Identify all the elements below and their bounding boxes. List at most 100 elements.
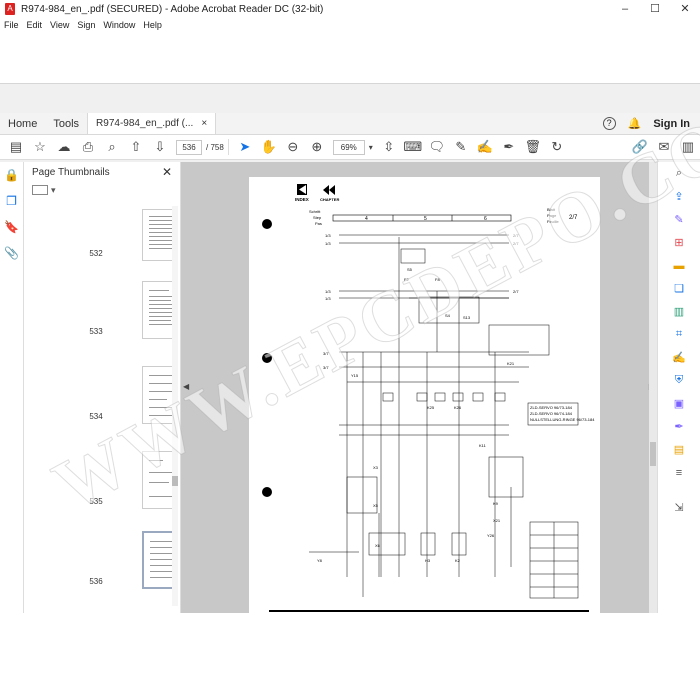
- close-window-button[interactable]: ✕: [670, 0, 700, 18]
- thumbnail-item[interactable]: 533: [74, 266, 172, 339]
- ref-label: 2/7: [513, 233, 519, 238]
- menu-help[interactable]: Help: [143, 20, 162, 30]
- thumbnail-options-button[interactable]: ▾: [32, 182, 180, 198]
- svg-text:F2: F2: [404, 277, 409, 282]
- page-thumbnails-icon[interactable]: ❐: [0, 188, 23, 214]
- upload-cloud-icon[interactable]: ☁: [52, 136, 76, 158]
- tab-home[interactable]: Home: [0, 113, 45, 134]
- request-signature-icon[interactable]: ✒: [658, 415, 700, 438]
- bell-icon[interactable]: 🔔: [628, 117, 642, 130]
- note-box: ZLD-SERVO 96/73-184 ZLD-SERVO 96/74-184 …: [527, 402, 595, 426]
- zoom-level-select[interactable]: 69%: [332, 139, 365, 155]
- svg-text:H3: H3: [425, 558, 431, 563]
- select-cursor-icon[interactable]: ➤: [233, 136, 257, 158]
- sheet-label: Page: [547, 213, 557, 218]
- page-number-input[interactable]: 536: [176, 139, 202, 155]
- svg-text:ZLD-SERVO 96/73-184: ZLD-SERVO 96/73-184: [530, 405, 573, 410]
- rotate-icon[interactable]: ↻: [545, 136, 569, 158]
- sign-in-button[interactable]: Sign In: [653, 118, 690, 130]
- maximize-button[interactable]: ☐: [640, 0, 670, 18]
- page-up-icon[interactable]: ⇧: [124, 136, 148, 158]
- svg-text:X5: X5: [373, 503, 379, 508]
- thumbnail-item[interactable]: 534: [74, 351, 172, 424]
- zoom-search-icon[interactable]: ⌕: [658, 162, 700, 185]
- app-body: Home Tools R974-984_en_.pdf (... × ? 🔔 S…: [0, 83, 700, 613]
- ref-label: 3/7: [323, 365, 329, 370]
- comment-tool-icon[interactable]: ▬: [658, 254, 700, 277]
- thumbnail-page-number: 535: [89, 497, 103, 506]
- lock-icon[interactable]: 🔒: [0, 162, 23, 188]
- hand-tool-icon[interactable]: ✋: [257, 136, 281, 158]
- svg-text:X21: X21: [493, 518, 501, 523]
- thumbnail-page: [142, 531, 172, 589]
- fit-page-icon[interactable]: ⇳: [377, 136, 401, 158]
- search-icon[interactable]: ⌕: [100, 136, 124, 158]
- right-tools-rail: ⌕ ⇪ ✎ ⊞ ▬ ❏ ▥ ⌗ ✍ ⛨ ▣ ✒ ▤ ≡ ⇲: [657, 162, 700, 613]
- tab-document-label: R974-984_en_.pdf (...: [96, 117, 194, 129]
- thumbnail-item[interactable]: 532: [74, 206, 172, 261]
- thumbnail-item[interactable]: 535: [74, 436, 172, 509]
- fill-sign-icon[interactable]: ✍: [658, 346, 700, 369]
- sign-icon[interactable]: ✒: [497, 136, 521, 158]
- attachments-icon[interactable]: 📎: [0, 240, 23, 266]
- expand-panel-icon[interactable]: ⇲: [658, 496, 700, 519]
- zoom-in-icon[interactable]: ⊕: [305, 136, 329, 158]
- chevron-down-icon[interactable]: ▾: [365, 136, 377, 158]
- thumbnail-scroll-thumb[interactable]: [172, 476, 178, 486]
- protect-icon[interactable]: ⛨: [658, 369, 700, 392]
- header-row-label: Step: [313, 215, 322, 220]
- thumbnail-panel: Page Thumbnails ✕ ▾ 532 533 534 535 536: [24, 162, 181, 613]
- edit-pdf-icon[interactable]: ✎: [658, 208, 700, 231]
- tab-tools[interactable]: Tools: [45, 113, 87, 134]
- toolbar-divider: [227, 139, 229, 155]
- wiring-diagram: INDEX CHAPTER Schritt Step Pas 4 5 6 Bla…: [262, 184, 595, 612]
- tab-document[interactable]: R974-984_en_.pdf (... ×: [87, 113, 217, 135]
- thumbnail-page-number: 532: [89, 249, 103, 258]
- svg-text:K26: K26: [454, 405, 462, 410]
- zoom-out-icon[interactable]: ⊖: [281, 136, 305, 158]
- email-icon[interactable]: ✉: [652, 136, 676, 158]
- help-icon[interactable]: ?: [602, 117, 616, 130]
- send-for-comments-icon[interactable]: ▤: [658, 438, 700, 461]
- menu-view[interactable]: View: [50, 20, 69, 30]
- svg-text:Y15: Y15: [351, 373, 359, 378]
- menu-sign[interactable]: Sign: [77, 20, 95, 30]
- svg-text:Y8: Y8: [317, 558, 323, 563]
- index-button[interactable]: INDEX: [295, 184, 309, 202]
- link-icon[interactable]: 🔗: [628, 136, 652, 158]
- create-pdf-icon[interactable]: ▤: [4, 136, 28, 158]
- menu-edit[interactable]: Edit: [27, 20, 43, 30]
- more-tools-icon[interactable]: ≡: [658, 461, 700, 484]
- create-pdf-tool-icon[interactable]: ⊞: [658, 231, 700, 254]
- menu-file[interactable]: File: [4, 20, 19, 30]
- highlight-pen-icon[interactable]: ✎: [449, 136, 473, 158]
- prepare-form-icon[interactable]: ▣: [658, 392, 700, 415]
- menu-window[interactable]: Window: [103, 20, 135, 30]
- page-down-icon[interactable]: ⇩: [148, 136, 172, 158]
- tab-bar-right: ? 🔔 Sign In: [602, 113, 700, 134]
- sheet-label: Blatt: [547, 207, 556, 212]
- organize-pages-icon[interactable]: ▥: [658, 300, 700, 323]
- svg-text:K2: K2: [455, 558, 461, 563]
- minimize-button[interactable]: –: [610, 0, 640, 18]
- bookmarks-icon[interactable]: 🔖: [0, 214, 23, 240]
- thumbnail-item-selected[interactable]: 536: [74, 516, 172, 589]
- document-scrollbar[interactable]: [649, 162, 657, 613]
- collapse-left-icon[interactable]: ◀: [183, 382, 189, 391]
- export-pdf-icon[interactable]: ⇪: [658, 185, 700, 208]
- close-icon[interactable]: ✕: [162, 165, 172, 179]
- draw-icon[interactable]: ✍: [473, 136, 497, 158]
- delete-icon[interactable]: 🗑: [521, 136, 545, 158]
- document-scroll-thumb[interactable]: [650, 442, 656, 466]
- scan-ocr-icon[interactable]: ⌗: [658, 323, 700, 346]
- comment-icon[interactable]: 🗨: [425, 136, 449, 158]
- more-tools-icon[interactable]: ▥: [676, 136, 700, 158]
- bookmark-star-icon[interactable]: ☆: [28, 136, 52, 158]
- thumbnail-page-number: 533: [89, 327, 103, 336]
- tab-close-icon[interactable]: ×: [201, 113, 207, 135]
- keyboard-icon[interactable]: ⌨: [401, 136, 425, 158]
- thumbnail-scrollbar[interactable]: [172, 206, 178, 606]
- chapter-button[interactable]: CHAPTER: [320, 185, 339, 202]
- combine-files-icon[interactable]: ❏: [658, 277, 700, 300]
- print-icon[interactable]: ⎙: [76, 136, 100, 158]
